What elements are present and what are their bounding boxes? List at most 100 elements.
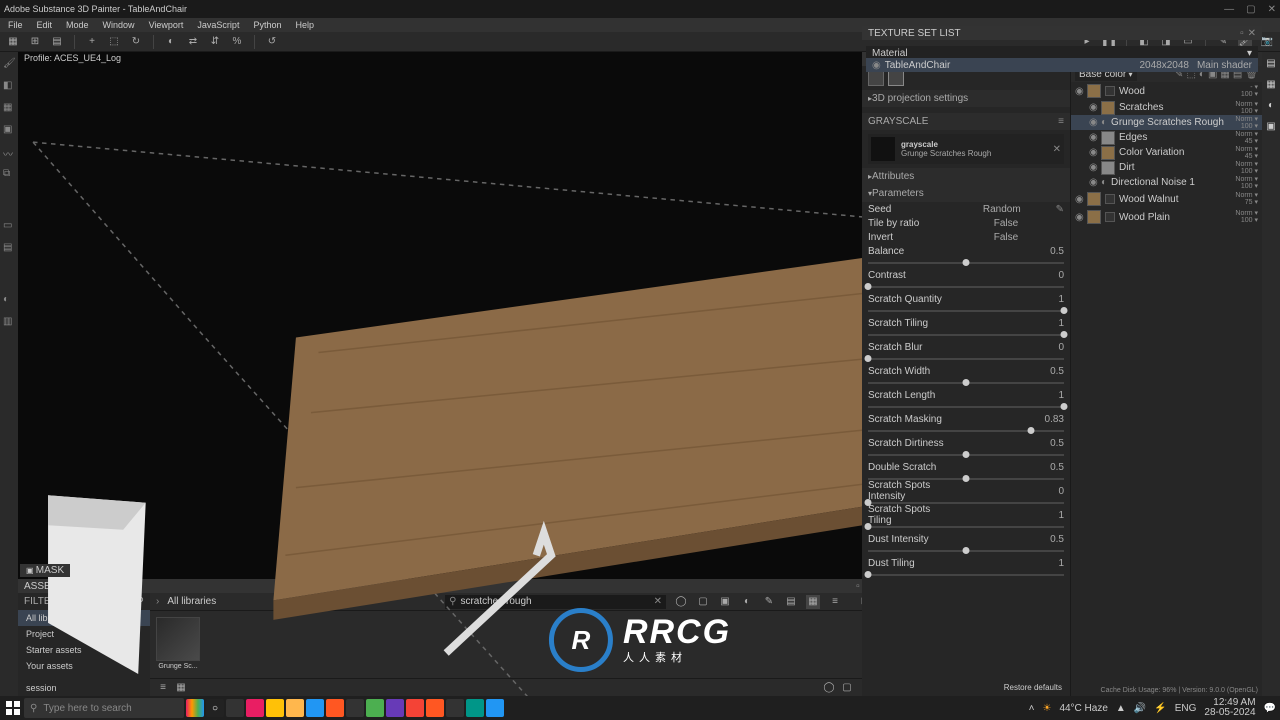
camera-icon[interactable]: 📷 [1260, 35, 1274, 49]
mode-icon[interactable] [868, 70, 884, 86]
attributes-section[interactable]: ▸ Attributes [862, 168, 1070, 185]
tool-icon[interactable]: ⬚ [107, 35, 121, 49]
param-dust_tiling-slider[interactable] [862, 574, 1070, 580]
eye-icon[interactable]: ◉ [1089, 117, 1097, 128]
taskbar-app-icon[interactable] [326, 699, 344, 717]
taskbar-app-icon[interactable] [186, 699, 204, 717]
param-scratch_tiling-label: Scratch Tiling1 [862, 316, 1070, 330]
tool-icon[interactable]: ▭ [3, 220, 15, 232]
tool-icon[interactable]: ◐ [3, 294, 15, 306]
minimize-icon[interactable]: — [1224, 4, 1234, 15]
tool-icon[interactable]: % [230, 35, 244, 49]
taskbar-app-icon[interactable] [406, 699, 424, 717]
tool-icon[interactable]: ▣ [1266, 121, 1275, 132]
taskbar-app-icon[interactable] [286, 699, 304, 717]
eye-icon[interactable]: ◉ [1075, 86, 1083, 97]
taskbar-app-icon[interactable] [426, 699, 444, 717]
tool-icon[interactable]: ⇵ [208, 35, 222, 49]
parameters-section[interactable]: ▾ Parameters [862, 185, 1070, 202]
menu-window[interactable]: Window [103, 20, 135, 30]
tool-icon[interactable]: + [85, 35, 99, 49]
taskbar-app-icon[interactable] [266, 699, 284, 717]
grayscale-resource[interactable]: grayscale Grunge Scratches Rough ✕ [868, 134, 1064, 164]
fill-tool-icon[interactable]: ▣ [3, 124, 15, 136]
taskbar-app-icon[interactable] [366, 699, 384, 717]
start-button[interactable] [4, 699, 22, 717]
menu-help[interactable]: Help [295, 20, 314, 30]
taskbar-app-icon[interactable] [486, 699, 504, 717]
menu-edit[interactable]: Edit [37, 20, 53, 30]
tray-chevron-icon[interactable]: ˄ [1029, 703, 1035, 714]
layer-item[interactable]: ◉◐Directional Noise 1Norm ▾100 ▾ [1071, 175, 1262, 190]
taskbar-app-icon[interactable] [446, 699, 464, 717]
language-indicator[interactable]: ENG [1175, 703, 1197, 714]
menu-icon[interactable]: ≡ [1058, 116, 1064, 127]
layer-item[interactable]: ◉Color VariationNorm ▾45 ▾ [1071, 145, 1262, 160]
layer-item[interactable]: ◉EdgesNorm ▾45 ▾ [1071, 130, 1262, 145]
close-icon[interactable]: ✕ [1268, 4, 1276, 15]
right-toolbar: ▤ ▦ ◐ ▣ [1262, 52, 1280, 696]
tray-icon[interactable]: ⚡ [1154, 703, 1166, 714]
layer-item[interactable]: ◉Wood- ▾100 ▾ [1071, 82, 1262, 100]
taskbar-app-icon[interactable] [386, 699, 404, 717]
eye-icon[interactable]: ◉ [872, 60, 881, 71]
taskbar-app-icon[interactable] [466, 699, 484, 717]
param-invert[interactable]: InvertFalse [862, 230, 1070, 244]
menu-viewport[interactable]: Viewport [149, 20, 184, 30]
projection-section[interactable]: ▸ 3D projection settings [862, 90, 1070, 107]
eye-icon[interactable]: ◉ [1075, 212, 1083, 223]
weather-text[interactable]: 44°C Haze [1059, 703, 1107, 714]
layer-item[interactable]: ◉Wood PlainNorm ▾100 ▾ [1071, 208, 1262, 226]
notification-icon[interactable]: 💬 [1264, 703, 1276, 714]
layer-item[interactable]: ◉DirtNorm ▾100 ▾ [1071, 160, 1262, 175]
eye-icon[interactable]: ◉ [1089, 102, 1097, 113]
tool-icon[interactable]: ↺ [265, 35, 279, 49]
layer-item[interactable]: ◉◐Grunge Scratches RoughNorm ▾100 ▾ [1071, 115, 1262, 130]
mode-icon[interactable] [888, 70, 904, 86]
menu-mode[interactable]: Mode [66, 20, 89, 30]
brush-tool-icon[interactable]: 🖌 [3, 58, 15, 70]
clock-date[interactable]: 28-05-2024 [1204, 708, 1255, 718]
taskbar-app-icon[interactable] [246, 699, 264, 717]
clone-tool-icon[interactable]: ⧉ [3, 168, 15, 180]
tool-icon[interactable]: ▤ [50, 35, 64, 49]
menu-python[interactable]: Python [253, 20, 281, 30]
eye-icon[interactable]: ◉ [1089, 177, 1097, 188]
undock-icon[interactable]: ▫ [1240, 28, 1244, 39]
param-tile[interactable]: Tile by ratioFalse [862, 216, 1070, 230]
tool-icon[interactable]: ▤ [1266, 58, 1275, 69]
eye-icon[interactable]: ◉ [1089, 147, 1097, 158]
tool-icon[interactable]: ▦ [6, 35, 20, 49]
texture-set-item[interactable]: ◉ TableAndChair 2048x2048 Main shader [866, 58, 1258, 72]
close-icon[interactable]: ✕ [1248, 28, 1256, 39]
tool-icon[interactable]: ⊞ [28, 35, 42, 49]
eye-icon[interactable]: ◉ [1089, 132, 1097, 143]
task-view-icon[interactable] [226, 699, 244, 717]
layer-item[interactable]: ◉Wood WalnutNorm ▾75 ▾ [1071, 190, 1262, 208]
layer-item[interactable]: ◉ScratchesNorm ▾100 ▾ [1071, 100, 1262, 115]
taskbar-app-icon[interactable] [306, 699, 324, 717]
tool-icon[interactable]: ↻ [129, 35, 143, 49]
tool-icon[interactable]: ◐ [1268, 100, 1274, 111]
tool-icon[interactable]: ◐ [164, 35, 178, 49]
projection-tool-icon[interactable]: ▦ [3, 102, 15, 114]
tool-icon[interactable]: ▥ [3, 316, 15, 328]
menu-javascript[interactable]: JavaScript [197, 20, 239, 30]
cortana-icon[interactable]: ○ [206, 699, 224, 717]
clear-icon[interactable]: ✕ [1053, 144, 1061, 155]
eye-icon[interactable]: ◉ [1089, 162, 1097, 173]
param-seed[interactable]: SeedRandom✎ [862, 202, 1070, 216]
restore-defaults-button[interactable]: Restore defaults [862, 679, 1070, 696]
maximize-icon[interactable]: ▢ [1246, 4, 1255, 15]
tool-icon[interactable]: ▦ [1266, 79, 1275, 90]
eraser-tool-icon[interactable]: ◧ [3, 80, 15, 92]
menu-file[interactable]: File [8, 20, 23, 30]
smudge-tool-icon[interactable]: 〰 [3, 146, 15, 158]
eye-icon[interactable]: ◉ [1075, 194, 1083, 205]
taskbar-search[interactable]: ⚲Type here to search [24, 698, 184, 718]
tool-icon[interactable]: ▤ [3, 242, 15, 254]
tray-icon[interactable]: ▲ [1116, 703, 1126, 714]
tool-icon[interactable]: ⇄ [186, 35, 200, 49]
taskbar-app-icon[interactable] [346, 699, 364, 717]
tray-icon[interactable]: 🔊 [1134, 703, 1146, 714]
